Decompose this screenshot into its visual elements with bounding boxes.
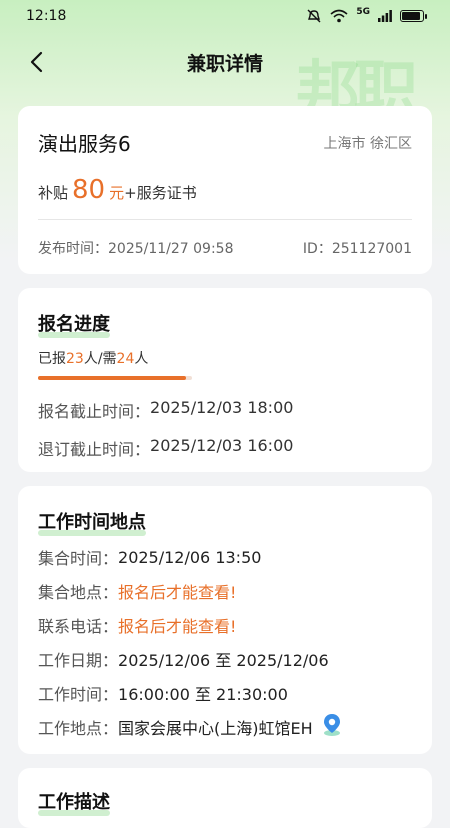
- row-value: 2025/12/06 13:50: [118, 547, 262, 567]
- contact-phone-row: 联系电话： 报名后才能查看!: [38, 614, 412, 636]
- signup-deadline-label: 报名截止时间：: [38, 402, 151, 421]
- row-value: 报名后才能查看!: [118, 617, 237, 636]
- row-label: 工作日期：: [38, 651, 119, 670]
- row-value: 报名后才能查看!: [118, 583, 237, 602]
- signed-mid: 人/需: [83, 351, 117, 367]
- section-title-work: 工作时间地点: [38, 508, 146, 536]
- nav-bar: 兼职详情: [0, 40, 450, 84]
- row-value: 2025/12/06 至 2025/12/06: [118, 651, 329, 670]
- signup-deadline-row: 报名截止时间： 2025/12/03 18:00: [38, 398, 412, 422]
- page-title: 兼职详情: [186, 52, 263, 75]
- row-label: 集合地点：: [38, 583, 119, 602]
- section-title-signup: 报名进度: [38, 310, 110, 338]
- gather-place-row: 集合地点： 报名后才能查看!: [38, 580, 412, 602]
- work-place-row: 工作地点： 国家会展中心(上海)虹馆EH: [38, 714, 412, 738]
- signup-progress-bar: [38, 376, 192, 380]
- subsidy-extra: +服务证书: [124, 184, 197, 202]
- map-pin-icon[interactable]: [319, 712, 345, 742]
- job-title: 演出服务6: [38, 132, 131, 156]
- wifi-icon: [330, 9, 348, 23]
- signal-icon: [378, 10, 392, 22]
- cancel-deadline-label: 退订截止时间：: [38, 440, 151, 459]
- row-label: 联系电话：: [38, 617, 119, 636]
- network-label: 5G: [356, 7, 370, 17]
- signup-progress-fill: [38, 376, 186, 380]
- signed-prefix: 已报: [38, 351, 66, 367]
- description-card: 工作描述: [18, 768, 432, 828]
- subsidy-unit: 元: [109, 184, 125, 202]
- signup-count: 已报23人/需24人: [38, 348, 412, 368]
- subsidy-label: 补贴: [38, 184, 69, 202]
- signed-count: 23: [66, 351, 84, 367]
- subsidy-amount: 80: [72, 175, 106, 205]
- signup-progress-card: 报名进度 已报23人/需24人 报名截止时间： 2025/12/03 18:00…: [18, 288, 432, 472]
- status-time: 12:18: [26, 8, 67, 24]
- subsidy-row: 补贴 80 元 +服务证书: [38, 175, 412, 205]
- required-count: 24: [116, 351, 135, 367]
- signup-deadline-value: 2025/12/03 18:00: [150, 398, 294, 417]
- job-location: 上海市 徐汇区: [323, 135, 412, 152]
- row-label: 工作地点：: [38, 719, 119, 738]
- divider: [38, 219, 412, 220]
- mute-icon: [307, 9, 321, 23]
- battery-icon: [400, 10, 427, 22]
- row-value: 16:00:00 至 21:30:00: [118, 685, 288, 704]
- section-title-description: 工作描述: [38, 788, 110, 816]
- cancel-deadline-value: 2025/12/03 16:00: [150, 436, 294, 455]
- publish-time: 发布时间：2025/11/27 09:58: [38, 241, 234, 257]
- work-time-row: 工作时间： 16:00:00 至 21:30:00: [38, 682, 412, 704]
- status-bar: 12:18 5G: [0, 0, 450, 32]
- job-id: ID：251127001: [302, 241, 412, 257]
- status-icons: 5G: [306, 7, 427, 23]
- row-label: 集合时间：: [38, 549, 119, 568]
- cancel-deadline-row: 退订截止时间： 2025/12/03 16:00: [38, 436, 412, 460]
- row-label: 工作时间：: [38, 685, 119, 704]
- gather-time-row: 集合时间： 2025/12/06 13:50: [38, 546, 412, 569]
- job-summary-card: 演出服务6 上海市 徐汇区 补贴 80 元 +服务证书 发布时间：2025/11…: [18, 106, 432, 274]
- work-info-card: 工作时间地点 集合时间： 2025/12/06 13:50 集合地点： 报名后才…: [18, 486, 432, 754]
- row-value: 国家会展中心(上海)虹馆EH: [118, 719, 313, 738]
- chevron-left-icon: [30, 51, 43, 73]
- work-date-row: 工作日期： 2025/12/06 至 2025/12/06: [38, 648, 412, 670]
- back-button[interactable]: [22, 48, 50, 76]
- required-suffix: 人: [134, 351, 149, 367]
